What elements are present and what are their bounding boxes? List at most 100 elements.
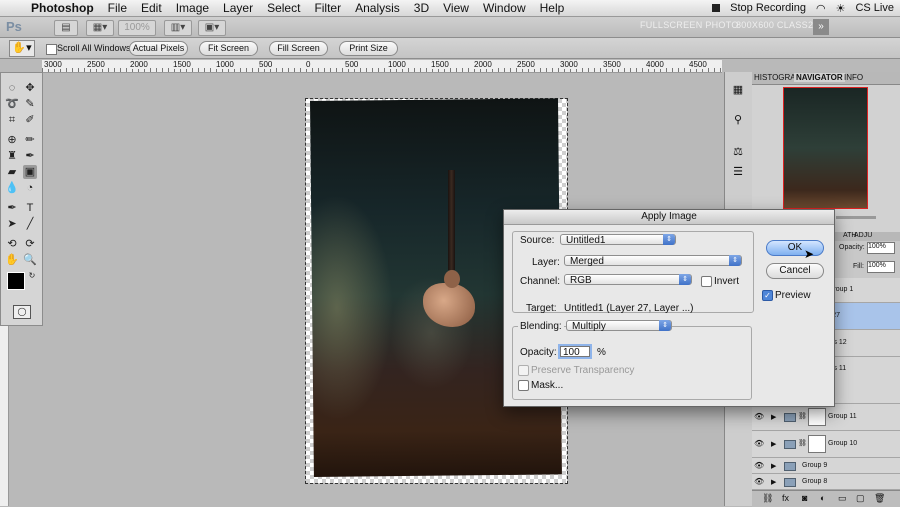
gradient-tool-icon[interactable]: ▣ bbox=[23, 165, 37, 179]
tab-info[interactable]: INFO bbox=[844, 73, 863, 82]
menu-photoshop[interactable]: Photoshop bbox=[24, 1, 101, 15]
preserve-transparency-checkbox[interactable] bbox=[518, 365, 529, 376]
adjustment-layer-icon[interactable]: ◐ bbox=[820, 493, 825, 503]
3d-orbit-tool-icon[interactable]: ⟳ bbox=[23, 237, 37, 251]
layer-row[interactable]: 👁 ▶ Group 8 bbox=[752, 474, 900, 490]
eyedropper-tool-icon[interactable]: ✐ bbox=[23, 113, 37, 127]
quick-selection-tool-icon[interactable]: ✎ bbox=[23, 97, 37, 111]
history-brush-tool-icon[interactable]: ✒ bbox=[23, 149, 37, 163]
eraser-tool-icon[interactable]: ▰ bbox=[5, 165, 19, 179]
link-layers-icon[interactable]: ⛓ bbox=[762, 493, 773, 504]
menu-3d[interactable]: 3D bbox=[407, 1, 436, 15]
menu-window[interactable]: Window bbox=[476, 1, 533, 15]
workspace-800x600-class2[interactable]: 800X600 CLASS2 bbox=[736, 20, 813, 30]
layer-select[interactable]: Merged ⇕ bbox=[564, 255, 742, 267]
mask-checkbox[interactable] bbox=[518, 380, 529, 391]
zoom-level-select[interactable]: 100% bbox=[118, 20, 156, 36]
hand-tool-preset-icon[interactable]: ✋▾ bbox=[9, 40, 35, 57]
layer-style-icon[interactable]: fx bbox=[782, 493, 789, 503]
more-workspaces-button[interactable]: » bbox=[813, 19, 829, 35]
print-size-button[interactable]: Print Size bbox=[339, 41, 398, 56]
layer-row[interactable]: 👁 ▶ Group 9 bbox=[752, 458, 900, 474]
expand-triangle-icon[interactable]: ▶ bbox=[771, 462, 776, 470]
menu-layer[interactable]: Layer bbox=[216, 1, 260, 15]
blending-select[interactable]: Multiply ⇕ bbox=[566, 320, 672, 332]
type-tool-icon[interactable]: T bbox=[23, 201, 37, 215]
menu-analysis[interactable]: Analysis bbox=[348, 1, 407, 15]
actions-panel-icon[interactable]: ☰ bbox=[730, 164, 746, 180]
dodge-tool-icon[interactable]: ◔ bbox=[23, 181, 37, 195]
quick-mask-icon[interactable]: ◯ bbox=[13, 305, 31, 319]
visibility-eye-icon[interactable]: 👁 bbox=[754, 439, 764, 448]
marquee-tool-icon[interactable]: ◌ bbox=[5, 81, 19, 95]
crop-tool-icon[interactable]: ⌗ bbox=[5, 113, 19, 127]
invert-checkbox[interactable] bbox=[701, 276, 712, 287]
menu-filter[interactable]: Filter bbox=[307, 1, 348, 15]
layer-row[interactable]: 👁 ▶ ⛓ Group 10 bbox=[752, 431, 900, 458]
brush-tool-icon[interactable]: ✏ bbox=[23, 133, 37, 147]
channel-select[interactable]: RGB ⇕ bbox=[564, 274, 692, 286]
fit-screen-button[interactable]: Fit Screen bbox=[199, 41, 258, 56]
horizontal-ruler[interactable]: 3000 2500 2000 1500 1000 500 0 500 1000 … bbox=[42, 60, 722, 73]
add-mask-icon[interactable]: ◙ bbox=[802, 493, 807, 503]
navigator-zoom-slider[interactable] bbox=[836, 216, 876, 219]
preview-checkbox[interactable]: ✓ bbox=[762, 290, 773, 301]
dialog-title[interactable]: Apply Image bbox=[504, 210, 834, 225]
stop-recording-label[interactable]: Stop Recording bbox=[730, 2, 806, 14]
workspace-fullscreen-photo[interactable]: FULLSCREEN PHOTO bbox=[640, 20, 739, 30]
visibility-eye-icon[interactable]: 👁 bbox=[754, 412, 764, 421]
cs-live-icon[interactable]: ☀ bbox=[836, 2, 846, 15]
new-layer-icon[interactable]: ▢ bbox=[856, 493, 865, 504]
layer-opacity-input[interactable]: 100% bbox=[867, 242, 895, 254]
layer-fill-input[interactable]: 100% bbox=[867, 261, 895, 273]
expand-triangle-icon[interactable]: ▶ bbox=[771, 478, 776, 486]
cs-live-label[interactable]: CS Live bbox=[855, 2, 894, 14]
stop-recording-icon[interactable] bbox=[712, 4, 721, 12]
actual-pixels-button[interactable]: Actual Pixels bbox=[129, 41, 188, 56]
menu-edit[interactable]: Edit bbox=[134, 1, 169, 15]
foreground-color-swatch[interactable] bbox=[7, 272, 25, 290]
cancel-button[interactable]: Cancel bbox=[766, 263, 824, 279]
menu-file[interactable]: File bbox=[101, 1, 134, 15]
wifi-icon[interactable]: ◠ bbox=[816, 2, 826, 15]
tab-histogram[interactable]: HISTOGRA bbox=[754, 73, 796, 82]
navigator-thumbnail[interactable] bbox=[783, 87, 868, 209]
layer-mask-thumbnail[interactable] bbox=[808, 408, 826, 426]
visibility-eye-icon[interactable]: 👁 bbox=[754, 477, 764, 486]
menu-view[interactable]: View bbox=[436, 1, 476, 15]
ok-button[interactable]: OK bbox=[766, 240, 824, 256]
expand-triangle-icon[interactable]: ▶ bbox=[771, 440, 776, 448]
3d-rotate-tool-icon[interactable]: ⟲ bbox=[5, 237, 19, 251]
layer-row[interactable]: 👁 ▶ ⛓ Group 11 bbox=[752, 404, 900, 431]
healing-brush-tool-icon[interactable]: ⊕ bbox=[5, 133, 19, 147]
menu-help[interactable]: Help bbox=[533, 1, 572, 15]
tool-presets-icon[interactable]: ⚲ bbox=[730, 112, 746, 128]
hand-tool-icon[interactable]: ✋ bbox=[5, 253, 19, 267]
histogram-panel-icon[interactable]: ▦ bbox=[730, 82, 746, 98]
tab-navigator[interactable]: NAVIGATOR bbox=[794, 73, 845, 82]
clone-stamp-tool-icon[interactable]: ♜ bbox=[5, 149, 19, 163]
path-selection-tool-icon[interactable]: ➤ bbox=[5, 217, 19, 231]
menu-select[interactable]: Select bbox=[260, 1, 307, 15]
layer-mask-thumbnail[interactable] bbox=[808, 435, 826, 453]
visibility-eye-icon[interactable]: 👁 bbox=[754, 461, 764, 470]
view-extras-button[interactable]: ▦▾ bbox=[86, 20, 114, 36]
tab-adjustments[interactable]: ADJU bbox=[854, 232, 872, 239]
lasso-tool-icon[interactable]: ➰ bbox=[5, 97, 19, 111]
zoom-tool-icon[interactable]: 🔍 bbox=[23, 253, 37, 267]
scroll-all-windows-checkbox[interactable] bbox=[46, 43, 57, 55]
clone-source-icon[interactable]: ⚖ bbox=[730, 144, 746, 160]
pen-tool-icon[interactable]: ✒ bbox=[5, 201, 19, 215]
arrange-documents-button[interactable]: ▥▾ bbox=[164, 20, 192, 36]
bridge-button[interactable]: ▤ bbox=[54, 20, 78, 36]
swap-colors-icon[interactable]: ↻ bbox=[25, 269, 39, 283]
opacity-input[interactable]: 100 bbox=[558, 344, 592, 359]
trash-icon[interactable]: 🗑 bbox=[874, 493, 885, 504]
screen-mode-button[interactable]: ▣▾ bbox=[198, 20, 226, 36]
new-group-icon[interactable]: ▭ bbox=[838, 493, 847, 504]
blur-tool-icon[interactable]: 💧 bbox=[5, 181, 19, 195]
move-tool-icon[interactable]: ✥ bbox=[23, 81, 37, 95]
fill-screen-button[interactable]: Fill Screen bbox=[269, 41, 328, 56]
shape-tool-icon[interactable]: ╱ bbox=[23, 217, 37, 231]
source-select[interactable]: Untitled1 ⇕ bbox=[560, 234, 676, 246]
